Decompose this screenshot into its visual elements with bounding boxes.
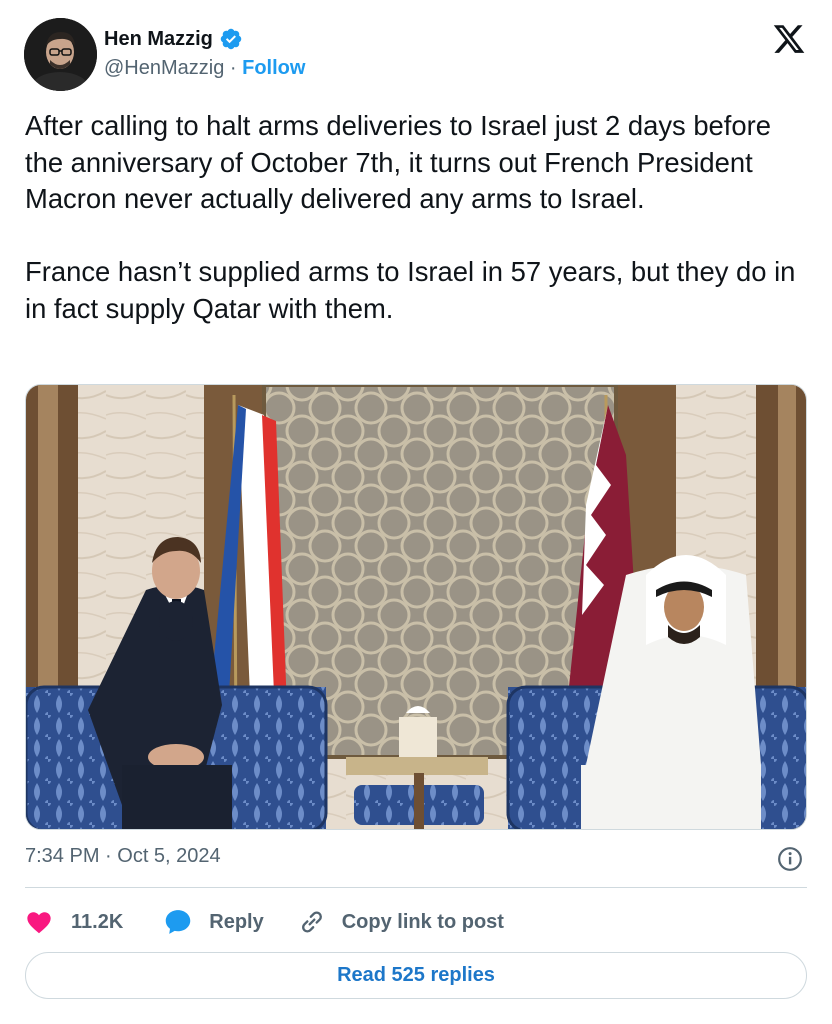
tweet-embed-card: Hen Mazzig @HenMazzig · Follow After cal… xyxy=(0,0,832,1024)
author-name[interactable]: Hen Mazzig xyxy=(104,28,213,51)
photo-illustration xyxy=(26,385,806,829)
tweet-photo[interactable] xyxy=(25,384,807,830)
like-count: 11.2K xyxy=(71,910,124,933)
info-icon[interactable] xyxy=(777,846,803,872)
follow-button[interactable]: Follow xyxy=(242,57,305,79)
verified-badge-icon xyxy=(220,28,242,50)
heart-icon xyxy=(27,912,51,934)
action-bar: 11.2K Reply Copy link to post xyxy=(25,904,504,940)
author-name-row: Hen Mazzig xyxy=(104,27,243,51)
author-handle-row: @HenMazzig · Follow xyxy=(104,57,305,80)
separator-dot: · xyxy=(224,57,243,79)
x-logo-icon[interactable] xyxy=(772,22,806,56)
copy-link-button[interactable]: Copy link to post xyxy=(298,908,504,936)
copy-link-label: Copy link to post xyxy=(341,910,504,933)
reply-button[interactable]: Reply xyxy=(163,907,264,937)
tweet-text: After calling to halt arms deliveries to… xyxy=(25,110,796,324)
author-avatar[interactable] xyxy=(24,18,97,91)
author-handle[interactable]: @HenMazzig xyxy=(104,57,224,79)
divider xyxy=(25,887,807,888)
speech-bubble-icon xyxy=(166,910,191,934)
link-icon xyxy=(301,911,322,933)
like-button[interactable]: 11.2K xyxy=(25,908,123,936)
tweet-timestamp[interactable]: 7:34 PM · Oct 5, 2024 xyxy=(25,845,221,868)
reply-label: Reply xyxy=(209,910,264,933)
read-replies-button[interactable]: Read 525 replies xyxy=(25,952,807,999)
